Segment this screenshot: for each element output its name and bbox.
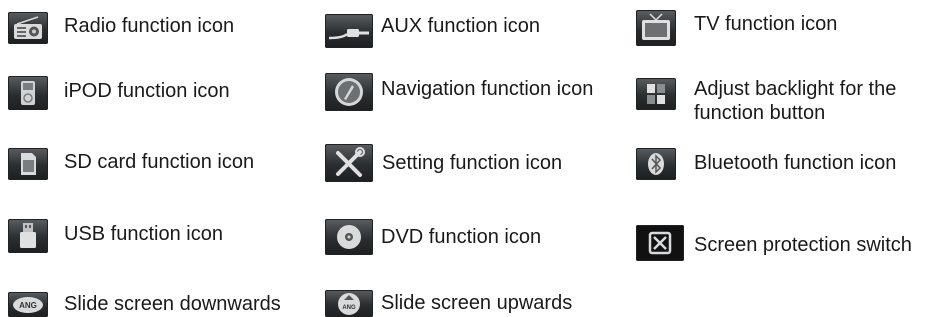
aux-icon (325, 14, 373, 48)
navigation-icon (325, 73, 373, 111)
sd-card-icon (8, 148, 48, 180)
slide-down-label: Slide screen downwards (64, 293, 281, 315)
slide-down-icon: ANG (8, 292, 48, 317)
dvd-label: DVD function icon (381, 226, 542, 248)
backlight-icon (636, 78, 676, 110)
aux-label: AUX function icon (381, 15, 540, 37)
screen-protection-icon (636, 225, 684, 261)
slide-down-icon-text: ANG (19, 301, 37, 310)
radio-icon (8, 12, 48, 44)
setting-label: Setting function icon (382, 152, 563, 174)
usb-label: USB function icon (64, 223, 223, 245)
screen-protection-label: Screen protection switch (694, 234, 912, 256)
tv-icon (636, 10, 676, 46)
slide-up-icon-text: ANG (342, 305, 356, 311)
slide-up-label: Slide screen upwards (381, 292, 573, 314)
usb-icon (8, 219, 48, 253)
setting-icon (325, 144, 373, 182)
bluetooth-icon (636, 148, 676, 180)
ipod-icon (8, 76, 48, 110)
sd-card-label: SD card function icon (64, 151, 255, 173)
slide-up-icon: ANG (325, 290, 373, 317)
navigation-label: Navigation function icon (381, 78, 594, 100)
dvd-icon (325, 219, 373, 255)
tv-label: TV function icon (694, 13, 838, 35)
ipod-label: iPOD function icon (64, 80, 230, 102)
radio-label: Radio function icon (64, 15, 235, 37)
backlight-label-line1: Adjust backlight for the (694, 78, 897, 100)
backlight-label-line2: function button (694, 102, 826, 124)
bluetooth-label: Bluetooth function icon (694, 152, 897, 174)
